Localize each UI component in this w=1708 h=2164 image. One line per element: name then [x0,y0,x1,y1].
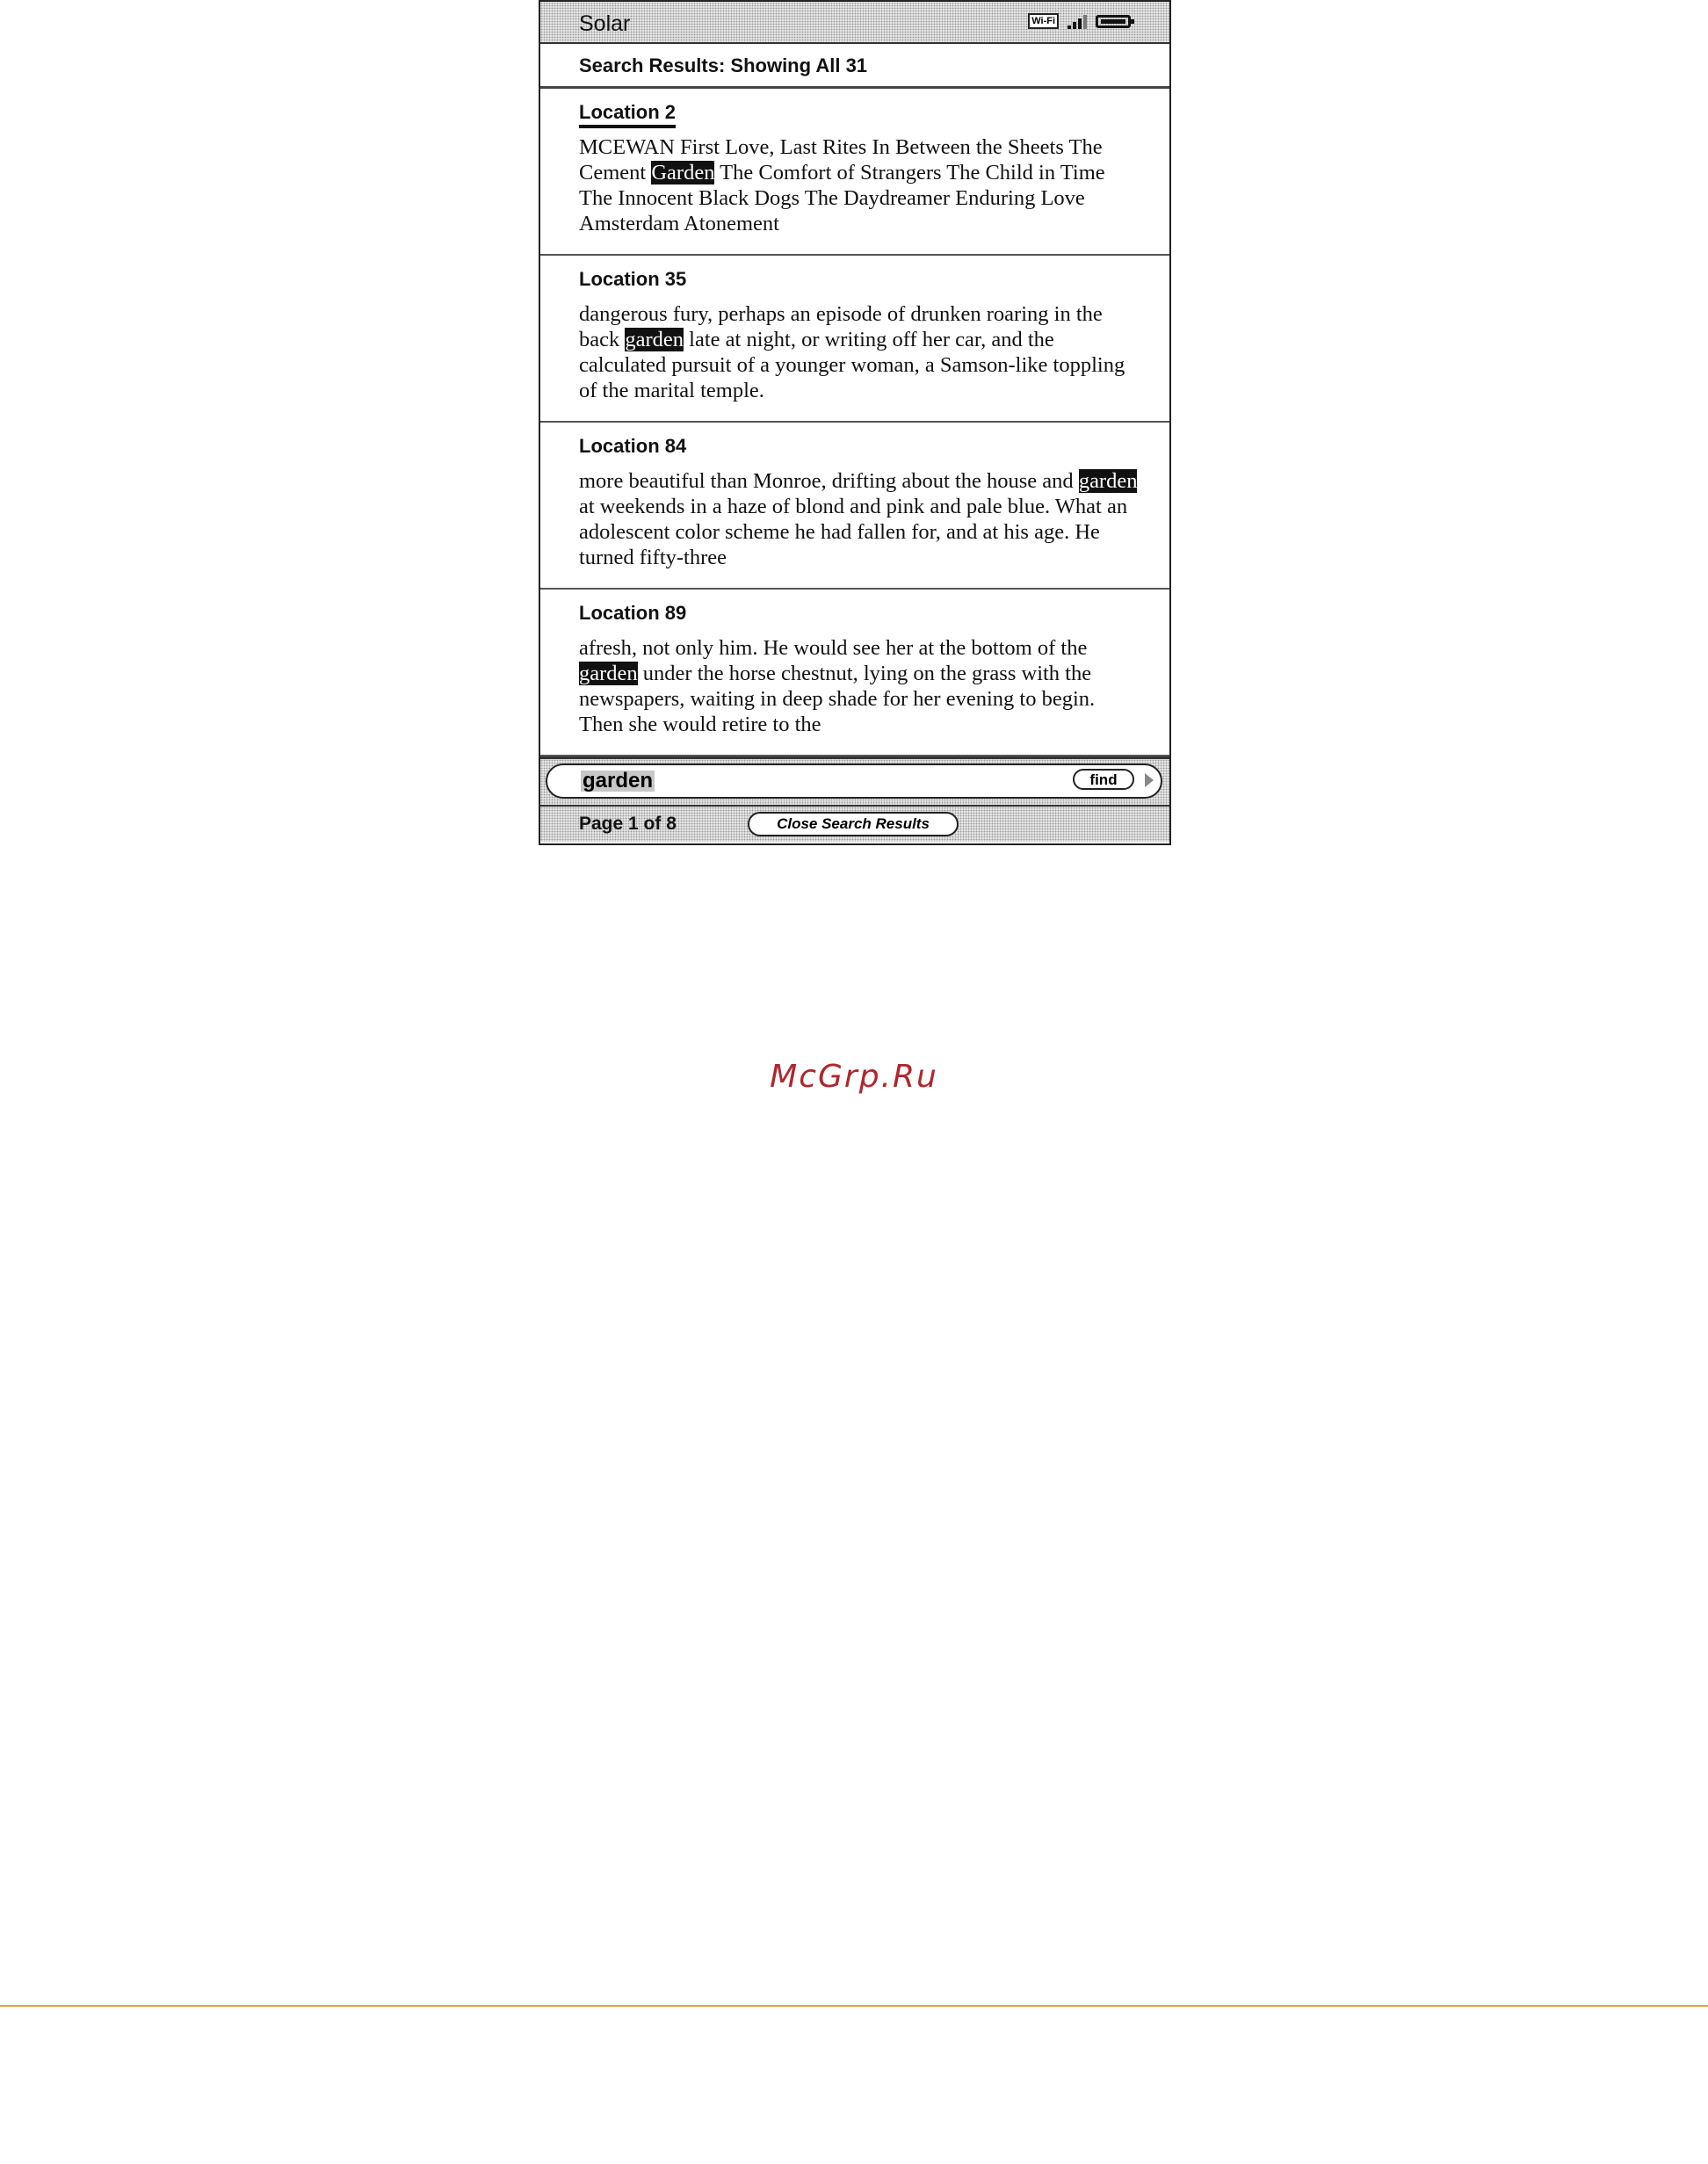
results-header: Search Results: Showing All 31 [540,44,1169,89]
search-result[interactable]: Location 89 afresh, not only him. He wou… [540,590,1169,756]
kindle-screen: Solar Wi-Fi Search Results: Showing All … [539,0,1171,845]
search-query[interactable]: garden [581,771,655,792]
results-count-label: Search Results: Showing All 31 [579,54,868,76]
match-highlight: Garden [651,161,715,185]
search-input[interactable]: garden find [546,764,1162,799]
footer-bar: Page 1 of 8 Close Search Results [540,807,1169,842]
watermark: McGrp.Ru [770,1059,938,1095]
close-search-results-button[interactable]: Close Search Results [748,812,959,836]
result-snippet: dangerous fury, perhaps an episode of dr… [579,302,1125,402]
match-highlight: garden [1078,469,1138,493]
wifi-icon: Wi-Fi [1028,13,1059,29]
book-title: Solar [579,11,631,36]
signal-icon [1068,13,1087,29]
result-snippet: MCEWAN First Love, Last Rites In Between… [579,135,1105,235]
match-highlight: garden [579,662,638,685]
result-location[interactable]: Location 89 [579,602,686,625]
result-snippet: more beautiful than Monroe, drifting abo… [579,469,1138,569]
title-bar: Solar Wi-Fi [540,2,1169,44]
search-bar: garden find [540,756,1169,807]
page-indicator: Page 1 of 8 [579,814,677,834]
result-snippet: afresh, not only him. He would see her a… [579,636,1096,736]
bottom-divider [0,2005,1708,2007]
match-highlight: garden [625,328,684,351]
result-location[interactable]: Location 84 [579,435,686,458]
result-location[interactable]: Location 35 [579,268,686,291]
arrow-right-icon[interactable] [1145,773,1154,787]
find-button[interactable]: find [1073,769,1134,790]
search-result[interactable]: Location 2 MCEWAN First Love, Last Rites… [540,89,1169,256]
search-result[interactable]: Location 35 dangerous fury, perhaps an e… [540,256,1169,423]
result-location[interactable]: Location 2 [579,101,677,128]
status-icons: Wi-Fi [1028,13,1134,29]
battery-icon [1096,14,1134,28]
search-result[interactable]: Location 84 more beautiful than Monroe, … [540,423,1169,590]
